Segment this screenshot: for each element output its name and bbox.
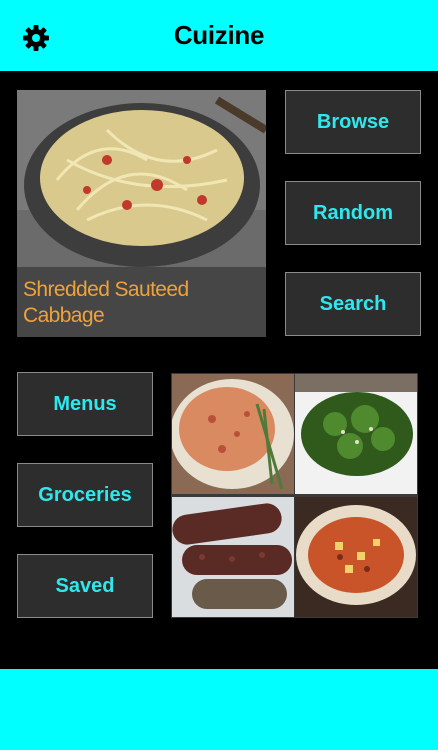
- menus-button[interactable]: Menus: [17, 372, 153, 436]
- recipe-tile-image: [295, 497, 417, 617]
- recipe-tile-image: [172, 497, 294, 617]
- featured-recipe[interactable]: Shredded Sauteed Cabbage: [17, 90, 266, 337]
- recipe-image-grid: [171, 373, 418, 618]
- random-button[interactable]: Random: [285, 181, 421, 245]
- recipe-tile[interactable]: [295, 497, 417, 617]
- bottom-bar: [0, 669, 438, 750]
- recipe-tile[interactable]: [295, 374, 417, 494]
- recipe-tile-image: [295, 374, 417, 494]
- browse-button[interactable]: Browse: [285, 90, 421, 154]
- saved-button[interactable]: Saved: [17, 554, 153, 618]
- recipe-tile[interactable]: [172, 497, 294, 617]
- recipe-tile-image: [172, 374, 294, 494]
- recipe-tile[interactable]: [172, 374, 294, 494]
- groceries-button[interactable]: Groceries: [17, 463, 153, 527]
- search-button[interactable]: Search: [285, 272, 421, 336]
- app-title: Cuizine: [173, 20, 265, 50]
- gear-icon[interactable]: [22, 24, 50, 52]
- featured-recipe-title: Shredded Sauteed Cabbage: [23, 278, 189, 327]
